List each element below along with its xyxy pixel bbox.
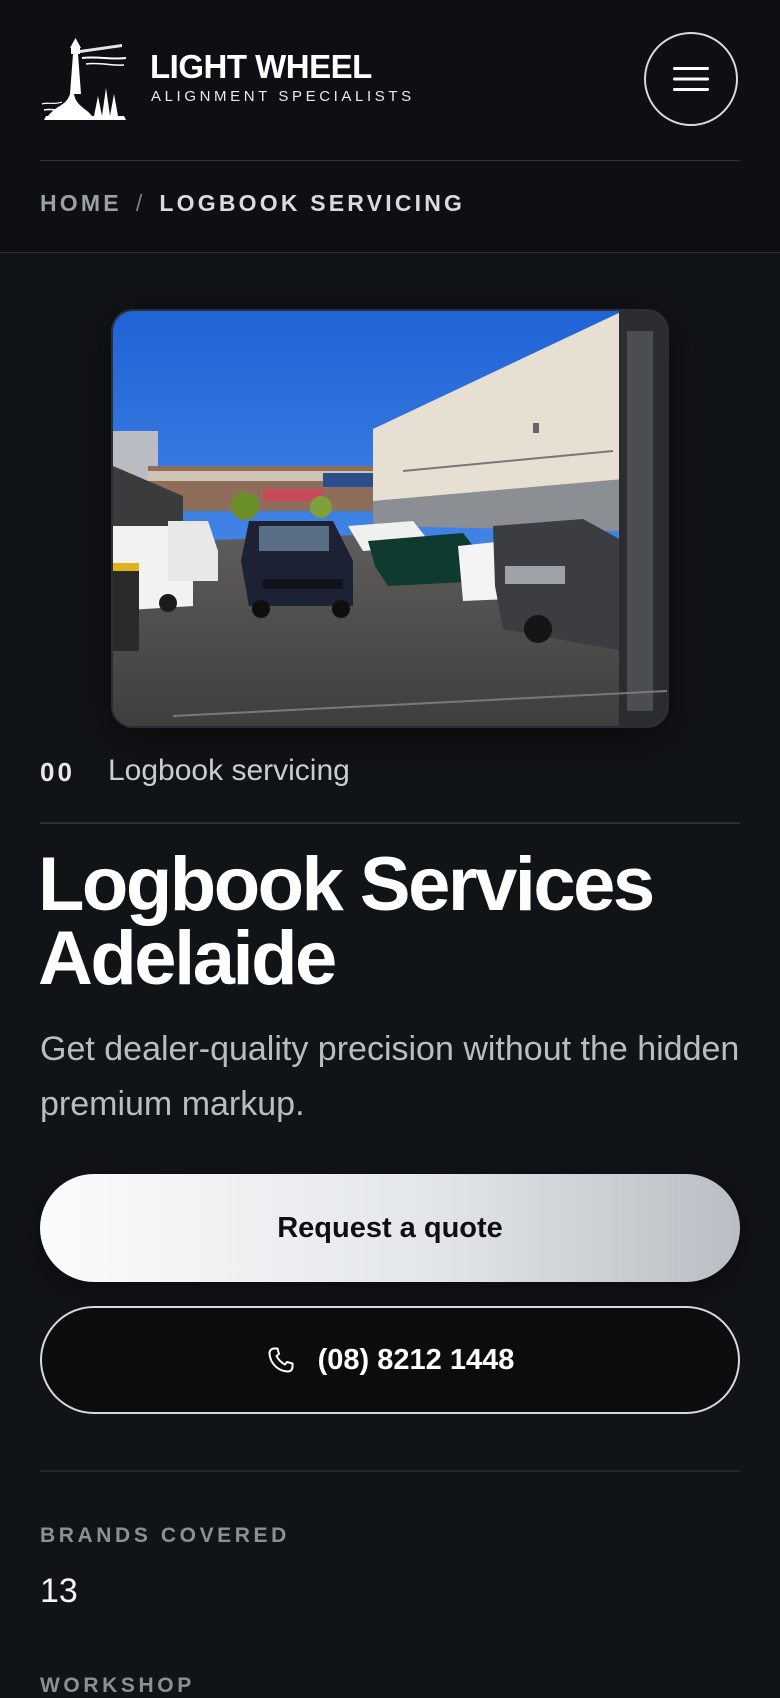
request-quote-label: Request a quote bbox=[277, 1211, 503, 1244]
stats-divider bbox=[40, 1470, 740, 1472]
lighthouse-logo-icon[interactable] bbox=[40, 34, 130, 124]
breadcrumb-separator: / bbox=[135, 190, 146, 216]
header-divider bbox=[40, 160, 740, 161]
menu-button[interactable] bbox=[644, 32, 738, 126]
hero-image bbox=[111, 309, 669, 728]
hamburger-menu-icon bbox=[673, 67, 709, 91]
stat-label-brands: BRANDS COVERED bbox=[40, 1524, 290, 1547]
page-subtitle: Get dealer-quality precision without the… bbox=[40, 1030, 740, 1123]
section-divider bbox=[40, 822, 740, 824]
breadcrumb: HOME / LOGBOOK SERVICING bbox=[40, 190, 465, 217]
brand-name: LIGHT WHEEL bbox=[150, 48, 372, 85]
brand-tagline: ALIGNMENT SPECIALISTS bbox=[151, 88, 415, 105]
service-label: Logbook servicing bbox=[108, 754, 350, 787]
phone-number-label: (08) 8212 1448 bbox=[317, 1343, 515, 1376]
page-title: Logbook Services Adelaide bbox=[38, 842, 655, 1001]
breadcrumb-current: LOGBOOK SERVICING bbox=[159, 190, 466, 216]
phone-icon bbox=[268, 1347, 294, 1373]
service-index: 00 bbox=[40, 757, 75, 787]
stat-label-workshop: WORKSHOP bbox=[40, 1674, 195, 1697]
request-quote-button[interactable]: Request a quote bbox=[40, 1174, 740, 1282]
breadcrumb-home-link[interactable]: HOME bbox=[40, 190, 122, 217]
site-header: LIGHT WHEEL ALIGNMENT SPECIALISTS HOME /… bbox=[0, 0, 780, 253]
stat-value-brands: 13 bbox=[40, 1572, 78, 1610]
call-phone-button[interactable]: (08) 8212 1448 bbox=[40, 1306, 740, 1414]
